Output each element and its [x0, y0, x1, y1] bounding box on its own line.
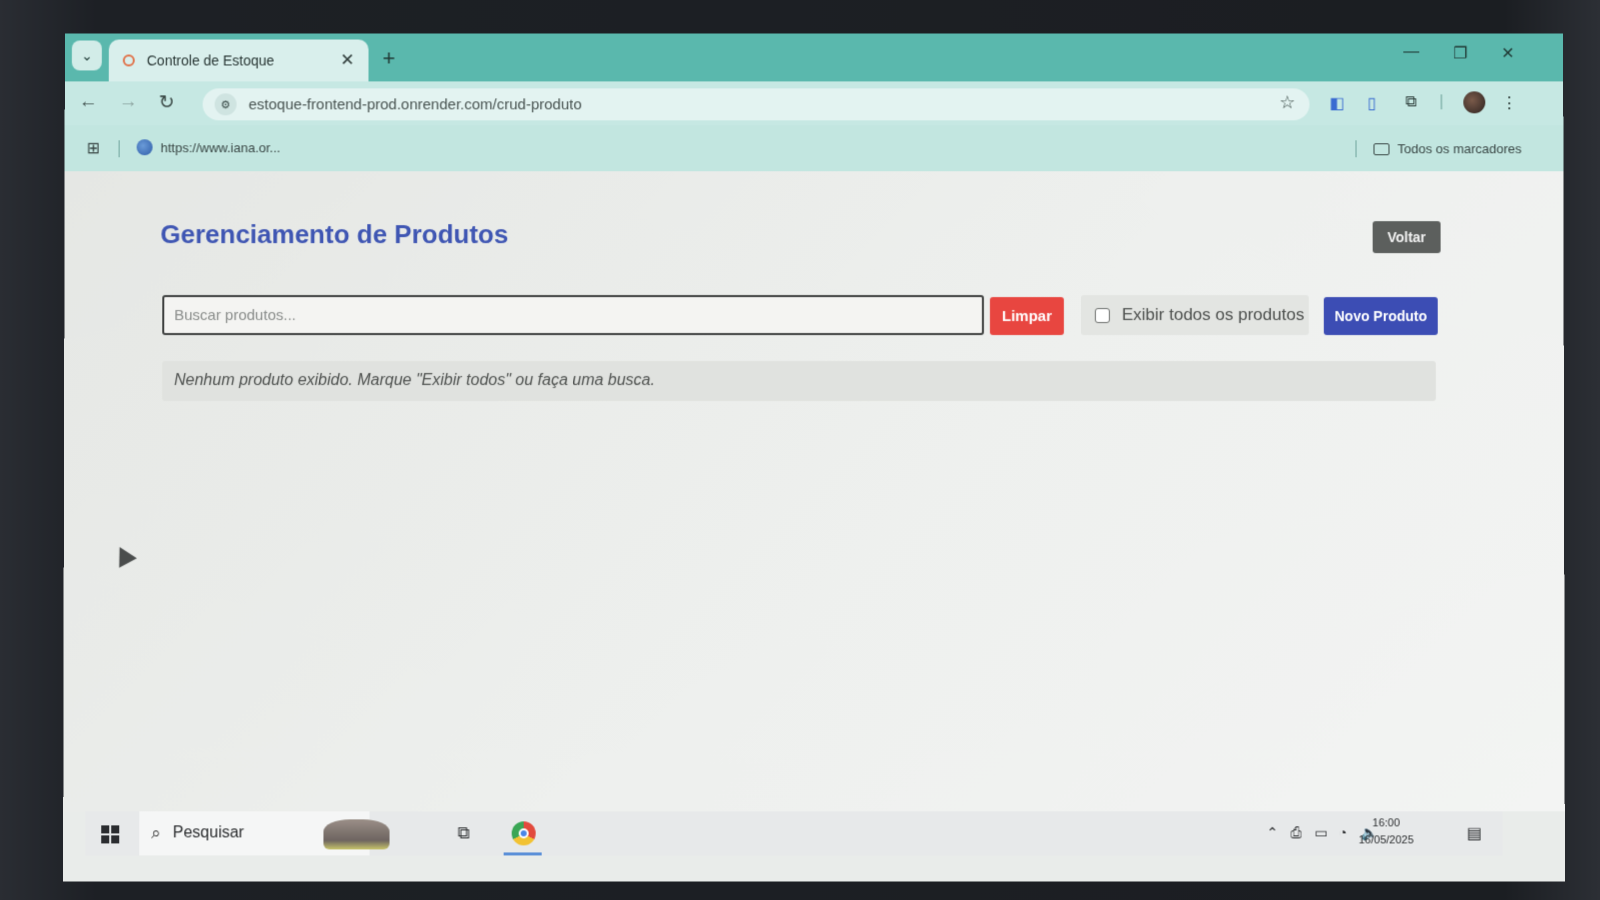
show-all-toggle[interactable]: Exibir todos os produtos [1081, 295, 1309, 335]
mouse-cursor-icon [111, 542, 137, 567]
browser-tab[interactable]: Controle de Estoque ✕ [109, 40, 369, 82]
chrome-icon[interactable] [512, 821, 536, 845]
extensions-icon[interactable]: ⧉ [1405, 93, 1416, 111]
browser-toolbar: ← → ↻ ⚙ estoque-frontend-prod.onrender.c… [65, 81, 1564, 125]
new-product-button[interactable]: Novo Produto [1324, 297, 1438, 335]
battery-icon[interactable]: ▭ [1315, 824, 1328, 841]
all-bookmarks-label: Todos os marcadores [1397, 141, 1521, 156]
reload-icon[interactable]: ↻ [159, 91, 175, 114]
tab-strip: ⌄ Controle de Estoque ✕ + — ❐ ✕ [65, 34, 1563, 82]
menu-dots-icon[interactable]: ⋮ [1501, 93, 1517, 113]
chevron-down-icon: ⌄ [81, 47, 93, 64]
tab-favicon-icon [123, 54, 135, 66]
forward-icon[interactable]: → [119, 91, 138, 113]
back-icon[interactable]: ← [79, 91, 98, 113]
show-all-label: Exibir todos os produtos [1122, 305, 1304, 325]
new-tab-button[interactable]: + [382, 46, 395, 72]
close-window-icon[interactable]: ✕ [1501, 44, 1514, 64]
minimize-icon[interactable]: — [1403, 44, 1419, 62]
toolbar-divider: | [1439, 93, 1443, 111]
page-title: Gerenciamento de Produtos [160, 219, 508, 250]
all-bookmarks-button[interactable]: Todos os marcadores [1373, 141, 1521, 156]
site-info-icon[interactable]: ⚙ [215, 93, 237, 115]
folder-icon [1373, 143, 1389, 155]
clear-button[interactable]: Limpar [990, 297, 1064, 335]
search-icon: ⌕ [151, 823, 161, 843]
search-highlight-image[interactable] [323, 819, 389, 849]
tray-chevron-icon[interactable]: ⌃ [1266, 824, 1278, 841]
address-bar[interactable]: ⚙ estoque-frontend-prod.onrender.com/cru… [203, 88, 1310, 120]
system-clock[interactable]: 16:00 16/05/2025 [1359, 815, 1414, 849]
apps-icon[interactable]: ⊞ [87, 138, 100, 158]
clock-date: 16/05/2025 [1359, 832, 1414, 849]
task-view-icon[interactable]: ⧉ [458, 823, 470, 843]
network-drive-icon[interactable]: ⎙ [1291, 824, 1302, 841]
tab-close-button[interactable]: ✕ [340, 50, 354, 70]
search-input[interactable] [162, 295, 984, 335]
profile-avatar[interactable] [1463, 91, 1485, 113]
page-content: Gerenciamento de Produtos Voltar Limpar … [63, 171, 1565, 811]
restore-icon[interactable]: ❐ [1453, 44, 1467, 64]
bookmarks-bar: ⊞ https://www.iana.or... Todos os marcad… [65, 125, 1564, 171]
screen: ⌄ Controle de Estoque ✕ + — ❐ ✕ ← → ↻ ⚙ … [63, 34, 1565, 882]
bookmark-label: https://www.iana.or... [161, 140, 281, 155]
translate-extension-icon[interactable]: ◧ [1329, 93, 1344, 113]
show-all-checkbox[interactable] [1095, 308, 1110, 323]
notification-icon[interactable]: ▤ [1467, 823, 1482, 843]
bookmark-divider [119, 140, 120, 157]
address-url: estoque-frontend-prod.onrender.com/crud-… [249, 96, 582, 113]
side-panel-icon[interactable]: ▯ [1367, 93, 1376, 113]
empty-state-message: Nenhum produto exibido. Marque "Exibir t… [162, 361, 1436, 401]
clock-time: 16:00 [1359, 815, 1414, 832]
windows-taskbar: ⌕ Pesquisar ⧉ ⌃ ⎙ ▭ ◔ 🔈 16:00 16/05/2025… [85, 811, 1503, 855]
bookmark-divider [1356, 140, 1357, 157]
globe-icon [137, 139, 153, 155]
tab-title: Controle de Estoque [147, 52, 341, 68]
star-icon[interactable]: ☆ [1279, 92, 1295, 113]
active-app-indicator [504, 852, 542, 855]
taskbar-search-label: Pesquisar [173, 824, 244, 842]
wifi-icon[interactable]: ◔ [1339, 824, 1348, 840]
tab-search-button[interactable]: ⌄ [72, 41, 102, 71]
windows-start-icon[interactable] [101, 825, 119, 843]
back-button[interactable]: Voltar [1373, 221, 1441, 253]
bookmark-iana[interactable]: https://www.iana.or... [137, 139, 281, 155]
